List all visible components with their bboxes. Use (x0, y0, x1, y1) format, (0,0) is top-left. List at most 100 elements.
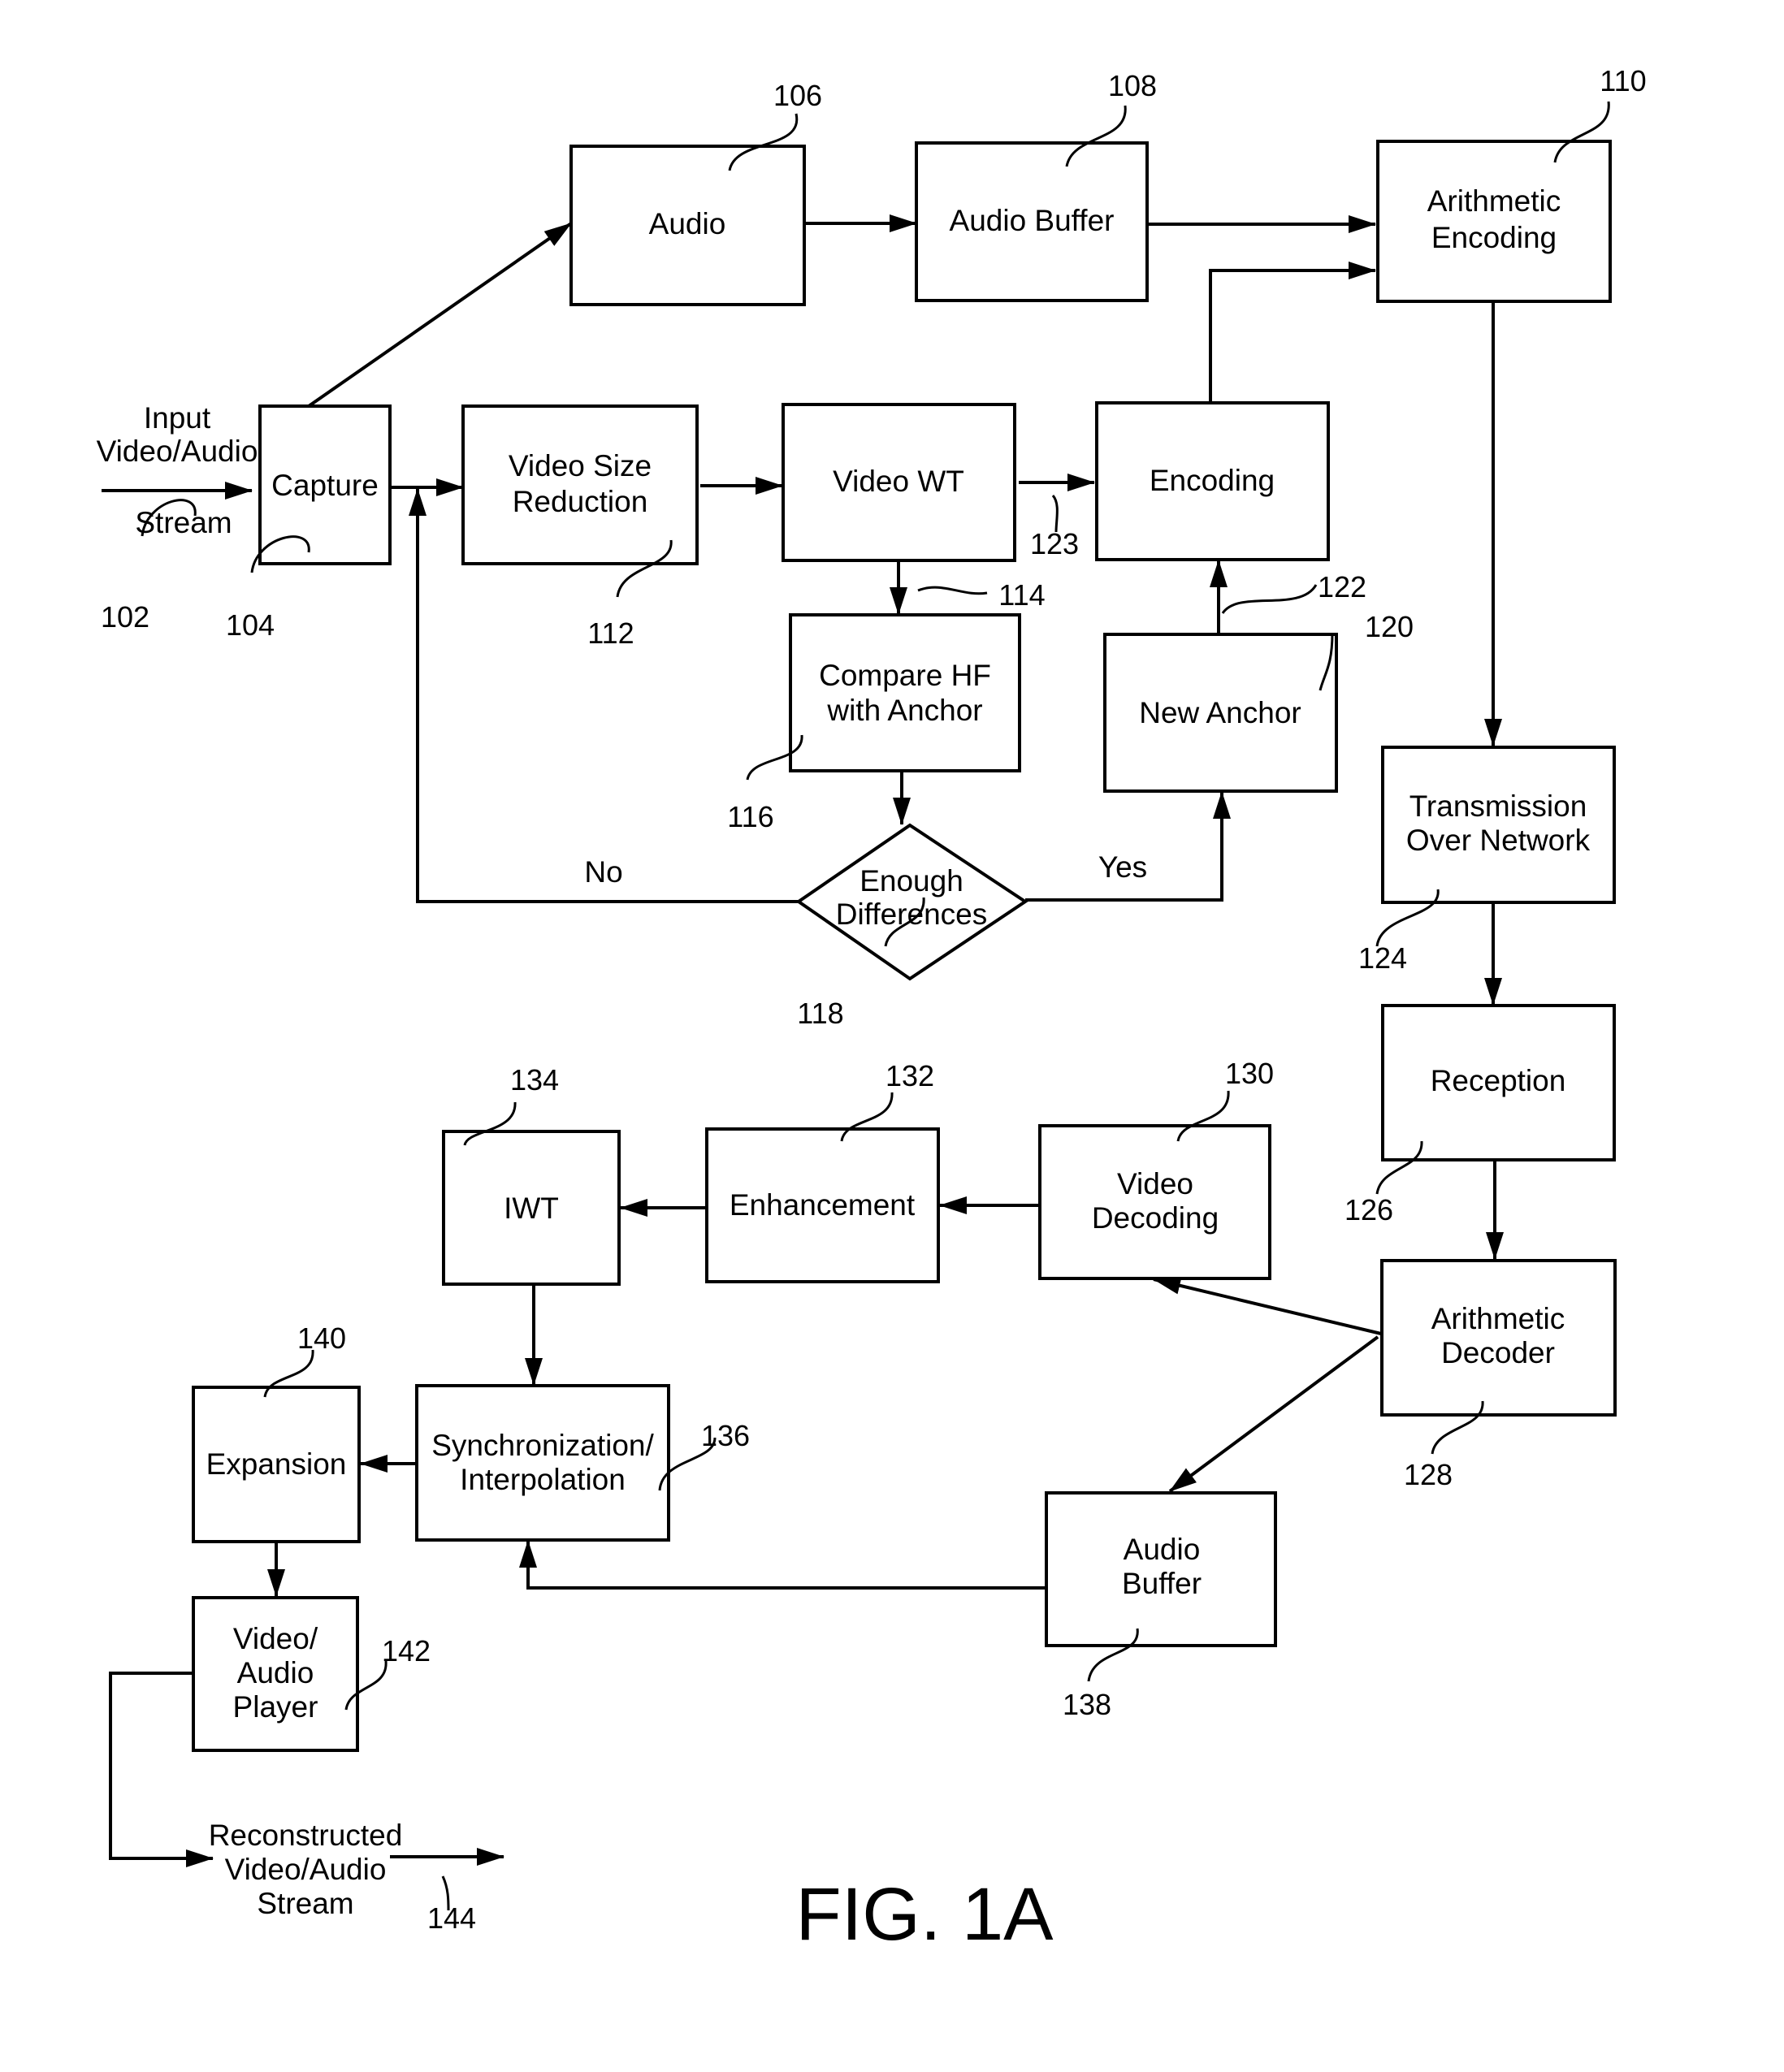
node-label: Reduction (513, 485, 648, 518)
edge-audiobuffer-to-sync (519, 1540, 1046, 1590)
node-label: Transmission (1409, 789, 1587, 823)
ref-134: 134 (510, 1063, 559, 1097)
ref-118: 118 (797, 997, 843, 1030)
node-expansion: Expansion (192, 1386, 361, 1543)
node-sync-interp: Synchronization/ Interpolation (415, 1384, 670, 1542)
svg-text:Compare HF: Compare HF (819, 659, 991, 692)
svg-text:Enhancement: Enhancement (730, 1188, 916, 1222)
svg-text:Encoding: Encoding (1150, 464, 1275, 497)
ref-106: 106 (773, 79, 822, 112)
node-label: with Anchor (826, 694, 982, 727)
node-compare-hf: Compare HF with Anchor (789, 613, 1021, 772)
figure-caption: FIG. 1A (796, 1873, 1054, 1956)
ref-102: 102 (101, 600, 149, 634)
output-label: Video/Audio (225, 1853, 387, 1886)
node-arithmetic-decoder: Arithmetic Decoder (1380, 1259, 1617, 1417)
ref-138: 138 (1063, 1688, 1111, 1721)
node-label: Over Network (1406, 824, 1591, 857)
svg-text:Reconstructed: Reconstructed (209, 1819, 403, 1852)
svg-text:Video/Audio: Video/Audio (225, 1853, 387, 1886)
svg-text:Buffer: Buffer (1122, 1567, 1202, 1600)
svg-text:Stream: Stream (135, 506, 232, 539)
svg-text:Player: Player (233, 1690, 318, 1724)
svg-text:Reduction: Reduction (513, 485, 648, 518)
edge-label-no: No (584, 855, 622, 889)
node-enhancement: Enhancement (705, 1127, 940, 1283)
node-player: Video/ Audio Player (192, 1596, 359, 1752)
node-label: Reception (1431, 1064, 1566, 1097)
node-label: Arithmetic (1431, 1302, 1565, 1335)
edge-diamond-yes-to-newanchor (1025, 791, 1231, 902)
svg-text:with Anchor: with Anchor (826, 694, 982, 727)
node-label: Decoding (1092, 1201, 1219, 1235)
svg-text:Transmission: Transmission (1409, 789, 1587, 823)
node-label: Differences (836, 898, 987, 931)
node-label: Decoder (1441, 1336, 1555, 1369)
node-label: Audio Buffer (950, 204, 1115, 237)
svg-text:New Anchor: New Anchor (1139, 696, 1301, 729)
node-label: New Anchor (1139, 696, 1301, 729)
node-label: Encoding (1150, 464, 1275, 497)
svg-text:Differences: Differences (836, 898, 987, 931)
edge-label-yes: Yes (1098, 850, 1147, 884)
ref-116: 116 (727, 800, 773, 833)
terminal-output: Reconstructed Video/Audio Stream (209, 1819, 403, 1920)
ref-112: 112 (587, 616, 634, 650)
svg-text:Decoder: Decoder (1441, 1336, 1555, 1369)
flow-diagram: Capture Audio Audio Buffer Arithmetic En… (97, 64, 1647, 1956)
node-audio-buffer-top: Audio Buffer (915, 141, 1149, 302)
svg-text:Video WT: Video WT (833, 465, 964, 498)
ref-126: 126 (1344, 1193, 1393, 1226)
svg-text:Arithmetic: Arithmetic (1431, 1302, 1565, 1335)
node-label: Compare HF (819, 659, 991, 692)
node-arithmetic-encoding: Arithmetic Encoding (1376, 140, 1612, 303)
node-video-wt: Video WT (782, 403, 1016, 562)
output-label: Stream (257, 1887, 353, 1920)
svg-text:Audio Buffer: Audio Buffer (950, 204, 1115, 237)
ref-120: 120 (1365, 610, 1414, 643)
svg-text:Input: Input (144, 401, 211, 435)
svg-text:Encoding: Encoding (1431, 221, 1557, 254)
svg-text:Video: Video (1117, 1167, 1193, 1200)
ref-144: 144 (427, 1901, 476, 1935)
ref-124: 124 (1358, 941, 1407, 975)
ref-108: 108 (1108, 69, 1157, 102)
node-audio: Audio (569, 145, 806, 306)
terminal-input: Input Video/Audio Stream (97, 401, 258, 539)
node-label: Buffer (1122, 1567, 1202, 1600)
edge-capture-to-audio (307, 222, 573, 408)
ref-132: 132 (886, 1059, 934, 1092)
ref-128: 128 (1404, 1458, 1453, 1491)
svg-text:Enough: Enough (860, 864, 963, 898)
svg-text:Decoding: Decoding (1092, 1201, 1219, 1235)
input-label: Video/Audio (97, 435, 258, 468)
svg-text:Audio: Audio (1124, 1533, 1201, 1566)
node-label: Enough (860, 864, 963, 898)
svg-text:Capture: Capture (271, 469, 379, 502)
svg-text:Video/: Video/ (233, 1622, 318, 1655)
node-label: IWT (504, 1192, 559, 1225)
input-label: Stream (135, 506, 232, 539)
input-label: Input (144, 401, 211, 435)
svg-text:Arithmetic: Arithmetic (1427, 184, 1561, 218)
node-label: Expansion (206, 1447, 347, 1481)
ref-130: 130 (1225, 1057, 1274, 1090)
svg-text:Over Network: Over Network (1406, 824, 1591, 857)
node-video-size-reduction: Video Size Reduction (461, 404, 699, 565)
node-label: Video/ (233, 1622, 318, 1655)
svg-text:Synchronization/: Synchronization/ (431, 1429, 654, 1462)
output-label: Reconstructed (209, 1819, 403, 1852)
node-audio-buffer-bottom: Audio Buffer (1045, 1491, 1277, 1647)
node-label: Audio (649, 207, 726, 240)
ref-136: 136 (701, 1419, 750, 1452)
ref-142: 142 (382, 1634, 431, 1668)
svg-text:Stream: Stream (257, 1887, 353, 1920)
svg-text:Video Size: Video Size (509, 449, 652, 482)
svg-text:Interpolation: Interpolation (460, 1463, 626, 1496)
node-video-decoding: Video Decoding (1038, 1124, 1271, 1280)
node-new-anchor: New Anchor (1103, 633, 1338, 793)
node-iwt: IWT (442, 1130, 621, 1286)
node-label: Audio (1124, 1533, 1201, 1566)
node-label: Arithmetic (1427, 184, 1561, 218)
edge-decoder-to-videodecoding (1153, 1276, 1382, 1335)
